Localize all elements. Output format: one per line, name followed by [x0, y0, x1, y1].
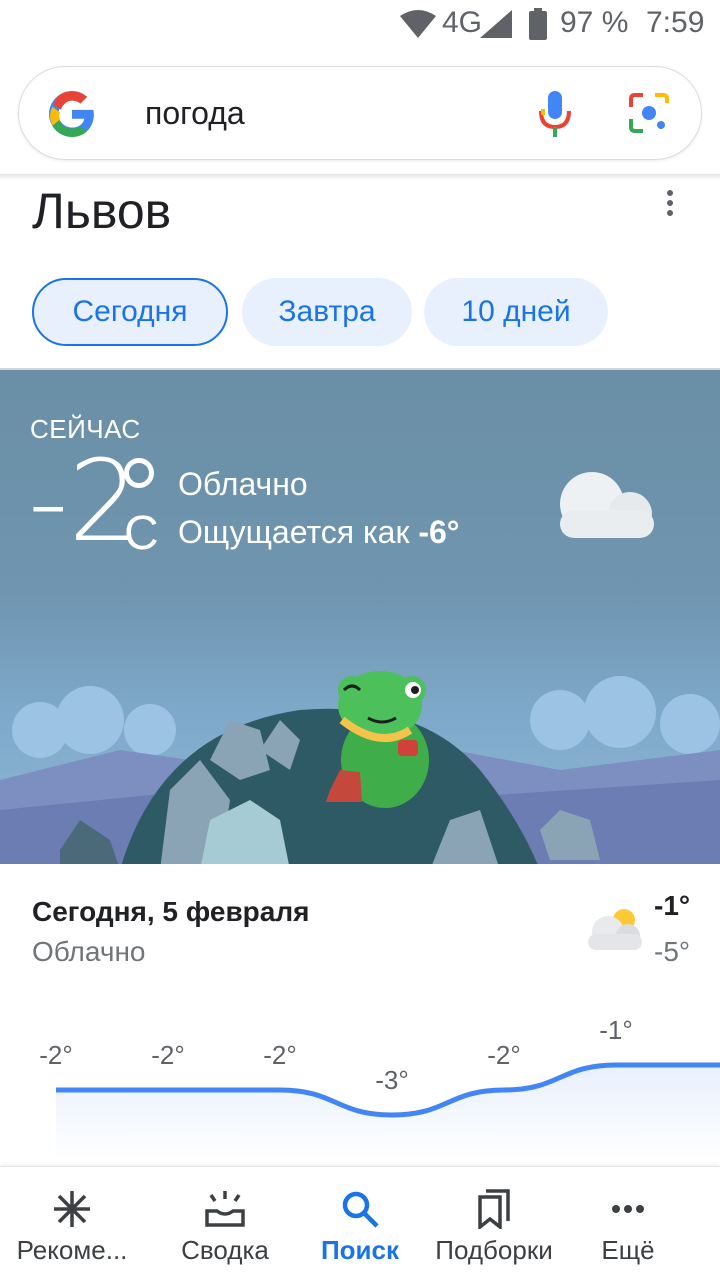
status-bar: 4G 97 % 7:59 [0, 0, 720, 50]
degree-symbol [124, 458, 154, 488]
nav-search[interactable]: Поиск [288, 1167, 432, 1280]
nav-label: Ещё [601, 1235, 655, 1265]
hourly-temp-label: -2° [39, 1040, 73, 1070]
battery-icon [528, 8, 548, 45]
bookmark-icon [476, 1189, 512, 1234]
feels-like: Ощущается как -6° [178, 514, 460, 551]
today-condition: Облачно [32, 936, 146, 967]
network-type: 4G [442, 6, 483, 39]
nav-label: Сводка [181, 1235, 269, 1265]
frog-scene-illustration [0, 671, 720, 864]
today-high: -1° [654, 890, 691, 921]
hourly-temp-label: -1° [599, 1015, 633, 1045]
wifi-icon [400, 10, 436, 43]
header-shadow [0, 174, 720, 180]
search-query[interactable]: погода [145, 95, 245, 132]
hourly-temp-label: -2° [487, 1040, 521, 1070]
tab-tomorrow[interactable]: Завтра [242, 278, 412, 346]
tab-today[interactable]: Сегодня [32, 278, 228, 346]
feels-like-value: -6° [418, 514, 460, 550]
partly-cloudy-icon [582, 902, 646, 959]
current-condition: Облачно [178, 466, 308, 502]
clock: 7:59 [646, 6, 705, 39]
sunrise-icon [203, 1189, 247, 1234]
nav-label: Рекоме... [16, 1235, 128, 1265]
lens-icon[interactable] [627, 91, 671, 140]
hourly-temperature-chart: -2°-2°-2°-3°-2°-1°- [39, 1015, 720, 1160]
more-horizontal-icon [608, 1189, 648, 1234]
nav-recommendations[interactable]: Рекоме... [0, 1167, 144, 1280]
hourly-temp-label: -2° [151, 1040, 185, 1070]
nav-label: Поиск [320, 1235, 400, 1265]
feels-like-prefix: Ощущается как [178, 514, 410, 550]
nav-collections[interactable]: Подборки [422, 1167, 566, 1280]
cloud-icon [552, 466, 662, 551]
today-low: -5° [654, 936, 691, 967]
city-name: Львов [32, 183, 172, 239]
mic-icon[interactable] [535, 89, 575, 144]
signal-icon [480, 10, 512, 43]
nav-more[interactable]: Ещё [556, 1167, 700, 1280]
asterisk-icon [52, 1189, 92, 1234]
google-logo-icon [47, 89, 97, 144]
battery-percent: 97 % [560, 6, 629, 39]
today-date: Сегодня, 5 февраля [32, 896, 310, 927]
hourly-temp-label: -2° [263, 1040, 297, 1070]
hourly-temp-label: -3° [375, 1065, 409, 1095]
nav-summary[interactable]: Сводка [153, 1167, 297, 1280]
search-bar[interactable]: погода [18, 66, 702, 160]
bottom-navigation: Рекоме... Сводка Поиск Подборки Ещё [0, 1166, 720, 1280]
more-options-icon[interactable] [656, 186, 684, 222]
tab-10-days[interactable]: 10 дней [424, 278, 608, 346]
search-icon [340, 1189, 380, 1234]
temperature-unit: C [124, 507, 159, 560]
current-temperature: -2 [28, 437, 140, 567]
weather-hero: СЕЙЧАС -2 C Облачно Ощущается как -6° [0, 368, 720, 864]
nav-label: Подборки [435, 1235, 553, 1265]
